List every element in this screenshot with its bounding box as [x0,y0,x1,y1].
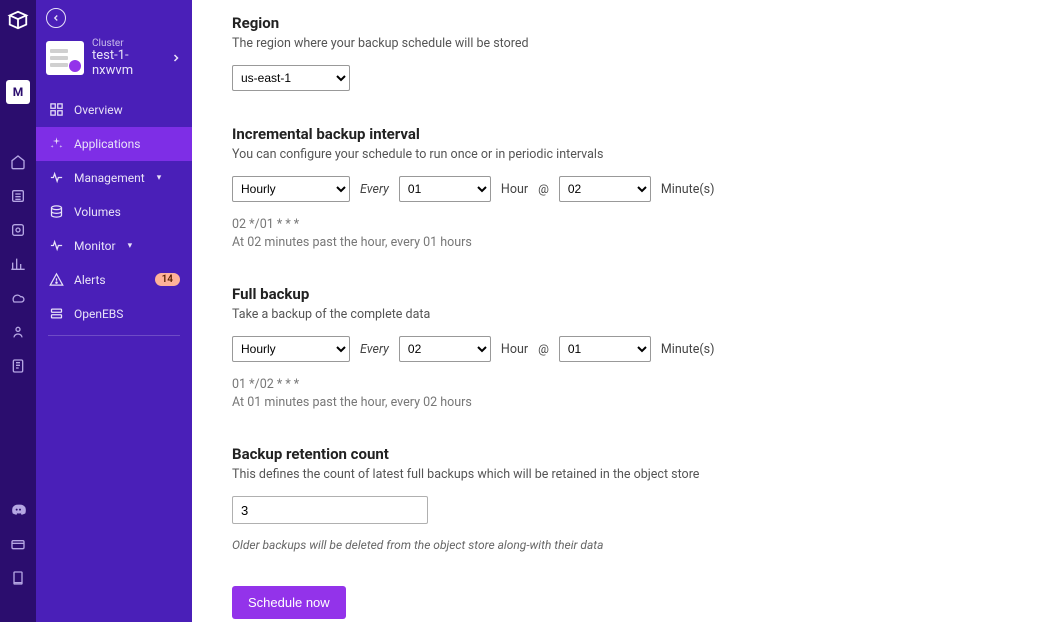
full-hour-select[interactable]: 02 [399,336,491,362]
alert-icon [48,272,64,288]
pulse-icon [48,170,64,186]
region-select[interactable]: us-east-1 [232,65,350,91]
nav-label: Management [74,171,145,185]
card-icon[interactable] [8,534,28,554]
full-desc: Take a backup of the complete data [232,307,1001,322]
region-title: Region [232,14,1001,32]
incremental-minute-select[interactable]: 02 [559,176,651,202]
full-frequency-select[interactable]: Hourly [232,336,350,362]
nav-item-monitor[interactable]: Monitor ▾ [36,229,192,263]
nav-label: Monitor [74,239,116,253]
incremental-title: Incremental backup interval [232,125,1001,143]
logo-icon[interactable] [6,8,30,32]
nav-item-openebs[interactable]: OpenEBS [36,297,192,331]
retention-section: Backup retention count This defines the … [232,445,1001,552]
incremental-section: Incremental backup interval You can conf… [232,125,1001,251]
retention-input[interactable] [232,496,428,524]
spark-icon [48,136,64,152]
retention-desc: This defines the count of latest full ba… [232,467,1001,482]
nav-item-alerts[interactable]: Alerts 14 [36,263,192,297]
full-title: Full backup [232,285,1001,303]
full-cron-display: 01 */02 * * * At 01 minutes past the hou… [232,376,1001,411]
incremental-hour-select[interactable]: 01 [399,176,491,202]
region-section: Region The region where your backup sche… [232,14,1001,91]
hour-label: Hour [501,182,528,197]
database-icon [48,204,64,220]
sidebar: Cluster test-1- nxwvm Overview Applicati… [36,0,192,622]
nav-item-management[interactable]: Management ▾ [36,161,192,195]
retention-title: Backup retention count [232,445,1001,463]
alerts-badge: 14 [155,273,180,286]
at-label: @ [538,342,549,356]
at-label: @ [538,182,549,196]
nav-item-overview[interactable]: Overview [36,93,192,127]
schedule-now-button[interactable]: Schedule now [232,586,346,619]
minute-label: Minute(s) [661,342,715,357]
every-label: Every [360,182,389,197]
layers-icon [48,306,64,322]
nav-item-applications[interactable]: Applications [36,127,192,161]
storage-icon[interactable] [8,186,28,206]
notes-icon[interactable] [8,356,28,376]
cluster-label: Cluster [92,38,133,49]
chevron-right-icon [170,52,182,64]
docs-icon[interactable] [8,568,28,588]
nav-label: OpenEBS [74,307,123,321]
incremental-cron-display: 02 */01 * * * At 02 minutes past the hou… [232,216,1001,251]
chevron-down-icon: ▾ [128,241,133,251]
nav-divider [48,335,180,336]
minute-label: Minute(s) [661,182,715,197]
nav-label: Volumes [74,205,121,219]
retention-hint: Older backups will be deleted from the o… [232,538,1001,552]
cloud-icon[interactable] [8,288,28,308]
nav-label: Applications [74,137,140,151]
hour-label: Hour [501,342,528,357]
cluster-selector[interactable]: Cluster test-1- nxwvm [46,38,182,79]
incremental-desc: You can configure your schedule to run o… [232,147,1001,162]
chevron-down-icon: ▾ [157,173,162,183]
region-desc: The region where your backup schedule wi… [232,36,1001,51]
nav-item-volumes[interactable]: Volumes [36,195,192,229]
nav-label: Overview [74,103,123,117]
chart-icon[interactable] [8,254,28,274]
monitor-icon [48,238,64,254]
nav-list: Overview Applications Management ▾ Volum… [36,93,192,331]
back-button[interactable] [46,8,66,28]
users-icon[interactable] [8,322,28,342]
full-minute-select[interactable]: 01 [559,336,651,362]
discord-icon[interactable] [8,500,28,520]
full-backup-section: Full backup Take a backup of the complet… [232,285,1001,411]
rail-item-active[interactable]: M [6,80,30,104]
every-label: Every [360,342,389,357]
nav-label: Alerts [74,273,106,287]
cluster-thumb-icon [46,41,84,75]
home-icon[interactable] [8,152,28,172]
main-content: Region The region where your backup sche… [192,0,1041,622]
grid-icon [48,102,64,118]
icon-rail: M [0,0,36,622]
apps-icon[interactable] [8,220,28,240]
incremental-frequency-select[interactable]: Hourly [232,176,350,202]
cluster-name: test-1- nxwvm [92,49,133,79]
